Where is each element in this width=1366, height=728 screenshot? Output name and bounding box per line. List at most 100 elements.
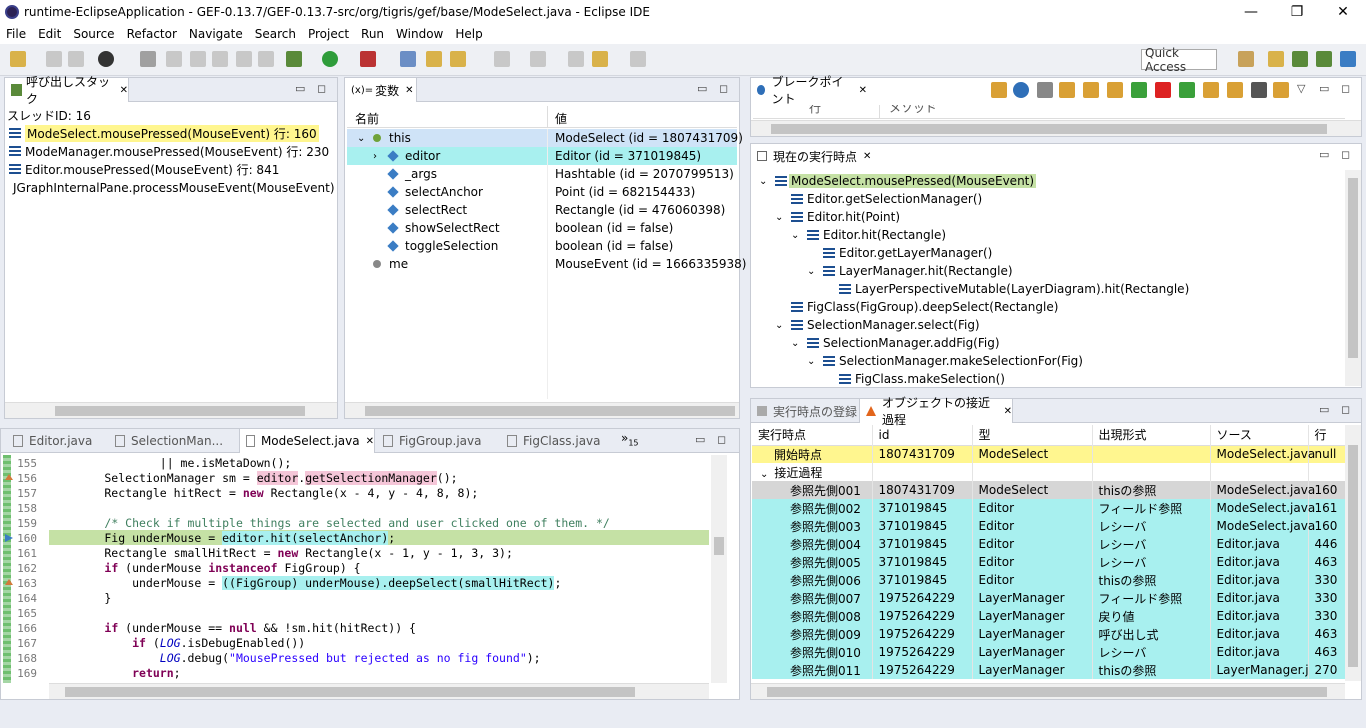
maximize-icon[interactable]: ◻ (1341, 148, 1350, 161)
last-edit-icon[interactable] (568, 51, 584, 67)
step-over-icon[interactable] (1083, 82, 1099, 98)
horizontal-scrollbar[interactable] (49, 683, 709, 699)
custom-perspective-icon[interactable] (1340, 51, 1356, 67)
forward-icon[interactable] (630, 51, 646, 67)
run-icon[interactable] (322, 51, 338, 67)
tab-register-point[interactable]: 実行時点の登録 (751, 399, 859, 423)
quick-access-field[interactable]: Quick Access (1141, 46, 1217, 74)
close-icon[interactable]: ✕ (863, 151, 871, 162)
tree-item[interactable]: ⌄ Editor.hit(Point) (753, 208, 1343, 226)
menu-file[interactable]: File (0, 27, 32, 41)
stop-icon[interactable] (1155, 82, 1171, 98)
restore-icon[interactable]: ❐ (1274, 0, 1320, 24)
list-item[interactable]: Editor.mousePressed(MouseEvent) 行: 841 (5, 160, 337, 178)
table-row[interactable]: 参照先側011 1975264229 LayerManager thisの参照 … (752, 661, 1347, 679)
tab-object-approach[interactable]: オブジェクトの接近過程 ✕ (859, 396, 1013, 427)
terminate-icon[interactable] (212, 51, 228, 67)
resume-back-icon[interactable] (1273, 82, 1289, 98)
tree-item[interactable]: Editor.getSelectionManager() (753, 190, 1343, 208)
step-icon[interactable] (1059, 82, 1075, 98)
table-row[interactable]: 参照先側007 1975264229 LayerManager フィールド参照 … (752, 589, 1347, 607)
code-line[interactable]: || me.isMetaDown(); (49, 456, 292, 471)
code-line[interactable]: return; (49, 666, 180, 681)
back-icon[interactable] (592, 51, 608, 67)
tab-modeselect-java[interactable]: ModeSelect.java ✕ (239, 429, 375, 453)
code-line[interactable]: SelectionManager sm = editor.getSelectio… (49, 471, 458, 486)
tree-item[interactable]: FigClass(FigGroup).deepSelect(Rectangle) (753, 298, 1343, 316)
skip-breakpoints-icon[interactable] (140, 51, 156, 67)
horizontal-scrollbar[interactable] (751, 683, 1345, 699)
open-type-icon[interactable] (426, 51, 442, 67)
tab-call-stack[interactable]: 呼び出しスタック ✕ (5, 75, 129, 106)
minimize-icon[interactable]: ▭ (697, 82, 707, 95)
forward-step-icon[interactable] (1179, 82, 1195, 98)
menu-project[interactable]: Project (302, 27, 355, 41)
close-icon[interactable]: ✕ (1004, 406, 1012, 417)
code-line[interactable]: LOG.debug("MousePressed but rejected as … (49, 651, 541, 666)
suspend-icon[interactable] (190, 51, 206, 67)
previous-annotation-icon[interactable] (530, 51, 546, 67)
step-return-icon[interactable] (1107, 82, 1123, 98)
tab-breakpoints[interactable]: ブレークポイント ✕ (751, 75, 867, 106)
table-row[interactable]: 開始時点 1807431709 ModeSelect ModeSelect.ja… (752, 445, 1347, 463)
tree-item[interactable]: ⌄ LayerManager.hit(Rectangle) (753, 262, 1343, 280)
debug-perspective-icon[interactable] (1316, 51, 1332, 67)
new-java-project-icon[interactable] (400, 51, 416, 67)
tab-overflow-button[interactable]: »15 (621, 431, 639, 447)
minimize-icon[interactable]: ▭ (695, 433, 705, 446)
menu-search[interactable]: Search (249, 27, 302, 41)
minimize-icon[interactable]: ▭ (1319, 82, 1329, 95)
tab-figgroup-java[interactable]: FigGroup.java (377, 429, 497, 453)
table-row[interactable]: 参照先側006 371019845 Editor thisの参照 Editor.… (752, 571, 1347, 589)
tree-item[interactable]: ⌄ SelectionManager.select(Fig) (753, 316, 1343, 334)
minimize-icon[interactable]: — (1228, 0, 1274, 24)
menu-edit[interactable]: Edit (32, 27, 67, 41)
table-row[interactable]: selectRect Rectangle (id = 476060398) (347, 201, 737, 219)
table-row[interactable]: 参照先側010 1975264229 LayerManager レシーバ Edi… (752, 643, 1347, 661)
table-row[interactable]: 参照先側008 1975264229 LayerManager 戻り値 Edit… (752, 607, 1347, 625)
code-line[interactable]: /* Check if multiple things are selected… (49, 516, 609, 531)
disconnect-icon[interactable] (236, 51, 252, 67)
tree-item[interactable]: ⌄ SelectionManager.makeSelectionFor(Fig) (753, 352, 1343, 370)
table-row[interactable]: 参照先側003 371019845 Editor レシーバ ModeSelect… (752, 517, 1347, 535)
external-tools-icon[interactable] (360, 51, 376, 67)
table-row[interactable]: showSelectRect boolean (id = false) (347, 219, 737, 237)
table-row[interactable]: 参照先側009 1975264229 LayerManager 呼び出し式 Ed… (752, 625, 1347, 643)
menu-run[interactable]: Run (355, 27, 390, 41)
code-line[interactable]: Rectangle smallHitRect = new Rectangle(x… (49, 546, 513, 561)
code-line[interactable] (49, 606, 56, 621)
tree-item[interactable]: ⌄ Editor.hit(Rectangle) (753, 226, 1343, 244)
list-item[interactable]: ModeManager.mousePressed(MouseEvent) 行: … (5, 142, 337, 160)
list-item[interactable]: ModeSelect.mousePressed(MouseEvent) 行: 1… (5, 124, 337, 142)
tree-item[interactable]: Editor.getLayerManager() (753, 244, 1343, 262)
menu-help[interactable]: Help (449, 27, 488, 41)
replay-icon[interactable] (1203, 82, 1219, 98)
code-line[interactable]: Rectangle hitRect = new Rectangle(x - 4,… (49, 486, 478, 501)
tab-selectionmanager-java[interactable]: SelectionMan... (109, 429, 237, 453)
table-row[interactable]: 参照先側001 1807431709 ModeSelect thisの参照 Mo… (752, 481, 1347, 499)
table-row[interactable]: toggleSelection boolean (id = false) (347, 237, 737, 255)
tree-item[interactable]: FigClass.makeSelection() (753, 370, 1343, 388)
maximize-icon[interactable]: ◻ (719, 82, 728, 95)
new-icon[interactable] (10, 51, 26, 67)
back-step-icon[interactable] (1131, 82, 1147, 98)
table-row[interactable]: 参照先側002 371019845 Editor フィールド参照 ModeSel… (752, 499, 1347, 517)
save-icon[interactable] (46, 51, 62, 67)
link-icon[interactable] (1013, 82, 1029, 98)
code-line[interactable]: if (underMouse == null && !sm.hit(hitRec… (49, 621, 416, 636)
code-line[interactable]: if (underMouse instanceof FigGroup) { (49, 561, 360, 576)
stop-debug-icon[interactable] (1251, 82, 1267, 98)
tab-editor-java[interactable]: Editor.java (7, 429, 107, 453)
resume-icon[interactable] (166, 51, 182, 67)
horizontal-scrollbar[interactable] (345, 402, 739, 418)
minimize-icon[interactable]: ▭ (1319, 403, 1329, 416)
minimize-icon[interactable]: ▭ (295, 82, 305, 95)
open-perspective-icon[interactable] (1238, 51, 1254, 67)
tab-figclass-java[interactable]: FigClass.java (501, 429, 611, 453)
horizontal-scrollbar[interactable] (751, 120, 1361, 136)
close-icon[interactable]: ✕ (366, 436, 374, 447)
debug-icon[interactable] (286, 51, 302, 67)
horizontal-scrollbar[interactable] (5, 402, 337, 418)
tree-item[interactable]: ⌄ SelectionManager.addFig(Fig) (753, 334, 1343, 352)
close-icon[interactable]: ✕ (1320, 0, 1366, 24)
